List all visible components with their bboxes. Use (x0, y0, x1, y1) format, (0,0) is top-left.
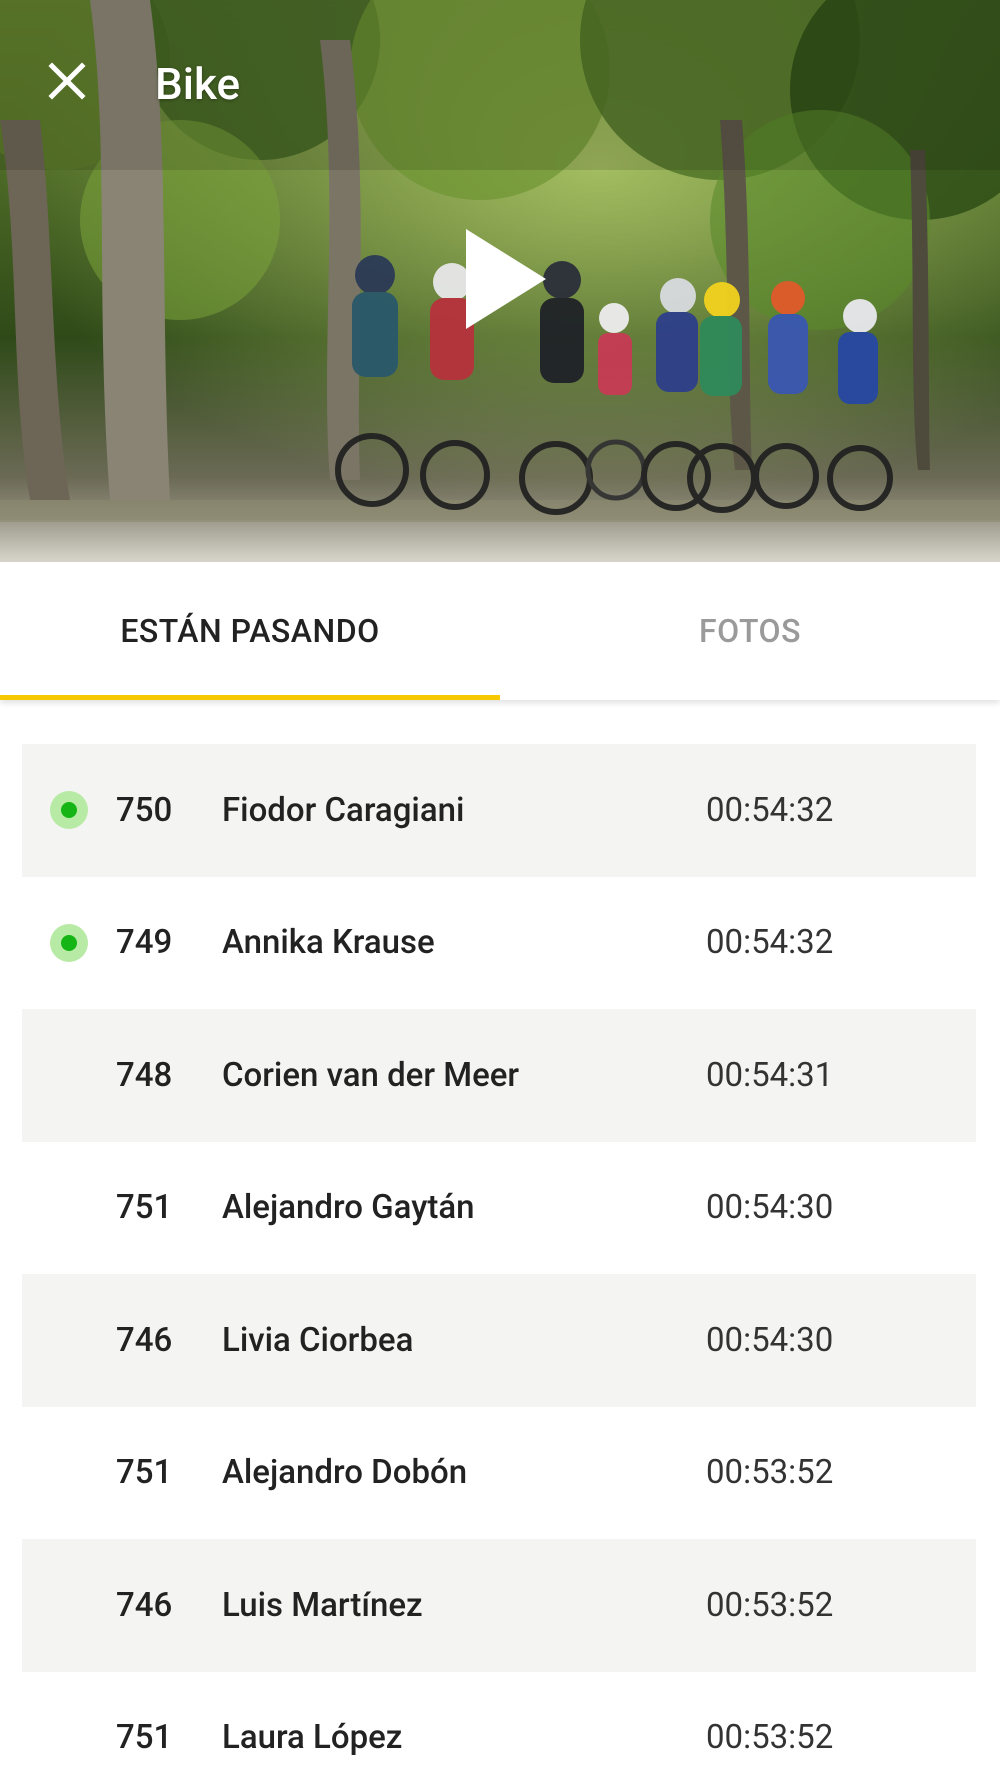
bib-number: 751 (116, 1453, 173, 1493)
tab-label: FOTOS (699, 612, 801, 650)
split-time: 00:54:32 (706, 790, 834, 830)
bib-number: 751 (116, 1188, 173, 1228)
split-time: 00:53:52 (706, 1718, 834, 1758)
athlete-name: Alejandro Gaytán (222, 1188, 475, 1228)
video-hero[interactable]: Bike (0, 0, 1000, 562)
bib-number: 749 (116, 923, 173, 963)
live-status-icon (50, 923, 88, 962)
bib-number: 746 (116, 1320, 173, 1360)
athlete-name: Corien van der Meer (222, 1055, 520, 1095)
split-time: 00:54:30 (706, 1188, 834, 1228)
hero-toolbar: Bike (0, 0, 1000, 175)
bib-number: 748 (116, 1055, 173, 1095)
tab-estan-pasando[interactable]: ESTÁN PASANDO (0, 562, 500, 700)
athlete-name: Luis Martínez (222, 1585, 423, 1625)
app-screen: Bike ESTÁN PASANDO FOTOS 750 Fiodor Cara… (0, 0, 1000, 1778)
play-icon (466, 229, 546, 329)
live-status-icon (50, 791, 88, 830)
split-time: 00:54:31 (706, 1055, 834, 1095)
split-time: 00:54:32 (706, 923, 834, 963)
tab-bar: ESTÁN PASANDO FOTOS (0, 562, 1000, 700)
bib-number: 750 (116, 790, 173, 830)
athlete-row[interactable]: 749 Annika Krause 00:54:32 (22, 877, 976, 1010)
athlete-row[interactable]: 751 Alejandro Gaytán 00:54:30 (22, 1142, 976, 1275)
bib-number: 746 (116, 1585, 173, 1625)
athlete-name: Livia Ciorbea (222, 1320, 414, 1360)
athlete-row[interactable]: 748 Corien van der Meer 00:54:31 (22, 1009, 976, 1142)
athlete-name: Fiodor Caragiani (222, 790, 465, 830)
athlete-name: Alejandro Dobón (222, 1453, 468, 1493)
active-tab-indicator (0, 695, 500, 700)
athlete-row[interactable]: 746 Livia Ciorbea 00:54:30 (22, 1274, 976, 1407)
tab-fotos[interactable]: FOTOS (500, 562, 1000, 700)
close-icon (48, 62, 86, 100)
split-time: 00:54:30 (706, 1320, 834, 1360)
athlete-row[interactable]: 751 Alejandro Dobón 00:53:52 (22, 1407, 976, 1540)
bib-number: 751 (116, 1718, 173, 1758)
tab-label: ESTÁN PASANDO (120, 612, 380, 650)
screen-title: Bike (155, 58, 241, 110)
athlete-row[interactable]: 746 Luis Martínez 00:53:52 (22, 1539, 976, 1672)
close-button[interactable] (38, 52, 96, 110)
split-time: 00:53:52 (706, 1585, 834, 1625)
athlete-name: Laura López (222, 1718, 403, 1758)
athlete-row[interactable]: 750 Fiodor Caragiani 00:54:32 (22, 744, 976, 877)
play-button[interactable] (455, 224, 555, 334)
athlete-row[interactable]: 751 Laura López 00:53:52 (22, 1672, 976, 1778)
athlete-name: Annika Krause (222, 923, 435, 963)
athlete-list: 750 Fiodor Caragiani 00:54:32 749 Annika… (22, 744, 976, 1778)
split-time: 00:53:52 (706, 1453, 834, 1493)
